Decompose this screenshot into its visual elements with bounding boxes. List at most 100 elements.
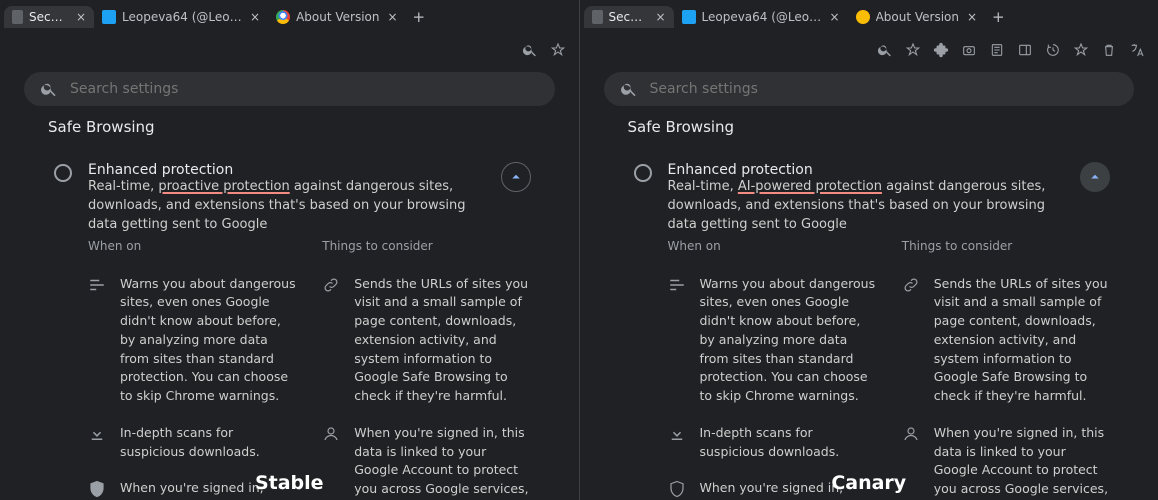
pane-stable: Security × Leopeva64 (@Leopeva64) / Tw ×… [0,0,579,500]
close-icon[interactable]: × [830,10,840,24]
bookmark-icon[interactable] [549,41,567,59]
link-icon [322,276,340,294]
option-description: Real-time, AI-powered protection against… [668,178,1081,235]
tab-twitter[interactable]: Leopeva64 (@Leopeva64) / Tw × [94,6,268,28]
chevron-up-icon [1086,168,1104,186]
search-wrap [580,66,1158,110]
bullet-warns: Warns you about dangerous sites, even on… [88,275,296,406]
collapse-button[interactable] [501,162,531,192]
build-label: Canary [831,472,906,494]
tab-about[interactable]: About Version × [268,6,405,28]
sliders-icon [668,276,686,294]
bookmark-icon[interactable] [904,41,922,59]
desc-highlight: proactive protection [158,179,289,194]
zoom-icon[interactable] [876,41,894,59]
tab-about[interactable]: About Version × [848,6,985,28]
translate-icon[interactable] [1128,41,1146,59]
shield-icon [592,10,603,24]
link-icon [902,276,920,294]
tab-label: About Version [296,10,379,24]
pane-canary: Security × Leopeva64 (@Leopeva64) / Tw ×… [579,0,1158,500]
close-icon[interactable]: × [967,10,977,24]
option-text: Enhanced protection Real-time, proactive… [88,162,501,235]
things-column: Things to consider Sends the URLs of sit… [322,239,530,500]
tab-bar: Security × Leopeva64 (@Leopeva64) / Tw ×… [580,0,1158,34]
extension-icon[interactable] [932,41,950,59]
search-input[interactable] [650,81,1119,97]
close-icon[interactable]: × [655,10,665,24]
chevron-up-icon [507,168,525,186]
desc-prefix: Real-time, [88,179,158,194]
bullet-text: Sends the URLs of sites you visit and a … [354,275,530,406]
details: When on Warns you about dangerous sites,… [668,239,1111,500]
history-icon[interactable] [1044,41,1062,59]
shield-icon [668,480,686,498]
tab-label: Leopeva64 (@Leopeva64) / Tw [122,10,242,24]
search-input[interactable] [70,81,539,97]
enhanced-protection-option[interactable]: Enhanced protection Real-time, proactive… [48,154,531,500]
bullet-urls: Sends the URLs of sites you visit and a … [322,275,530,406]
search-bar[interactable] [604,72,1135,106]
bullet-text: When you're signed in, this data is link… [354,424,530,500]
bullet-text: In-depth scans for suspicious downloads. [120,424,296,462]
person-icon [322,425,340,443]
reader-icon[interactable] [988,41,1006,59]
radio-button[interactable] [634,164,652,182]
tab-bar: Security × Leopeva64 (@Leopeva64) / Tw ×… [0,0,579,34]
bullet-text: Sends the URLs of sites you visit and a … [934,275,1110,406]
search-icon [620,80,638,98]
toolbar [0,34,579,66]
new-tab-button[interactable]: + [406,8,433,26]
option-header: Enhanced protection Real-time, AI-powere… [668,162,1111,235]
bullet-warns: Warns you about dangerous sites, even on… [668,275,876,406]
search-icon [40,80,58,98]
bookmark-star-icon[interactable] [1072,41,1090,59]
desc-prefix: Real-time, [668,179,738,194]
bullet-scans: In-depth scans for suspicious downloads. [88,424,296,462]
search-bar[interactable] [24,72,555,106]
close-icon[interactable]: × [76,10,86,24]
bullet-text: Warns you about dangerous sites, even on… [120,275,296,406]
bullet-text: Warns you about dangerous sites, even on… [700,275,876,406]
trash-icon[interactable] [1100,41,1118,59]
option-title: Enhanced protection [668,162,1081,178]
shield-icon [12,10,23,24]
sliders-icon [88,276,106,294]
things-column: Things to consider Sends the URLs of sit… [902,239,1110,500]
option-body: Enhanced protection Real-time, proactive… [88,162,531,500]
option-header: Enhanced protection Real-time, proactive… [88,162,531,235]
search-wrap [0,66,579,110]
section-title: Safe Browsing [48,118,531,136]
section-title: Safe Browsing [628,118,1111,136]
column-title: When on [88,239,296,253]
download-icon [668,425,686,443]
bullet-linked: When you're signed in, this data is link… [322,424,530,500]
option-body: Enhanced protection Real-time, AI-powere… [668,162,1111,500]
option-text: Enhanced protection Real-time, AI-powere… [668,162,1081,235]
close-icon[interactable]: × [387,10,397,24]
close-icon[interactable]: × [250,10,260,24]
tab-label: Security [609,10,648,24]
tab-security[interactable]: Security × [4,6,94,28]
shield-icon [88,480,106,498]
download-icon [88,425,106,443]
toolbar [580,34,1158,66]
details: When on Warns you about dangerous sites,… [88,239,531,500]
collapse-button[interactable] [1080,162,1110,192]
radio-button[interactable] [54,164,72,182]
tab-security[interactable]: Security × [584,6,674,28]
twitter-icon [682,10,696,24]
twitter-icon [102,10,116,24]
enhanced-protection-option[interactable]: Enhanced protection Real-time, AI-powere… [628,154,1111,500]
column-title: Things to consider [902,239,1110,253]
desc-highlight: AI-powered protection [738,179,882,194]
tab-twitter[interactable]: Leopeva64 (@Leopeva64) / Tw × [674,6,848,28]
person-icon [902,425,920,443]
settings-content: Safe Browsing Enhanced protection Real-t… [580,110,1158,500]
screenshot-icon[interactable] [960,41,978,59]
panel-icon[interactable] [1016,41,1034,59]
option-description: Real-time, proactive protection against … [88,178,501,235]
new-tab-button[interactable]: + [985,8,1012,26]
zoom-icon[interactable] [521,41,539,59]
column-title: When on [668,239,876,253]
